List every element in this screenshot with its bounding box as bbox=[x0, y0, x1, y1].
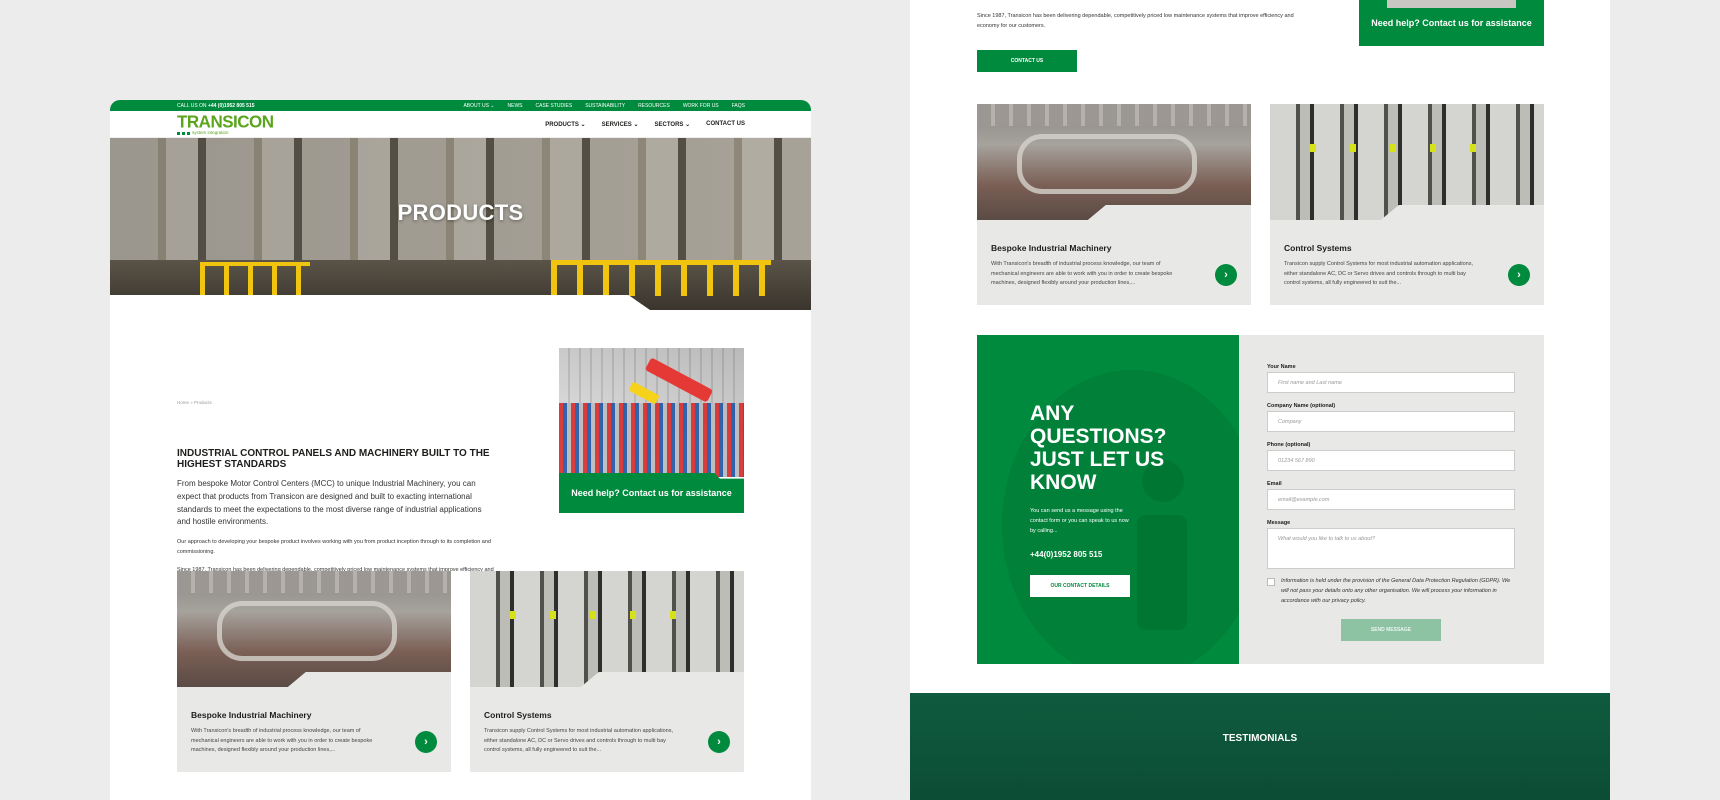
gdpr-consent: Information is held under the provision … bbox=[1267, 577, 1516, 607]
screwdriver-tip-image bbox=[628, 381, 660, 405]
chevron-right-icon[interactable]: › bbox=[1508, 264, 1530, 286]
help-card-image bbox=[559, 348, 744, 477]
nav-contact-us[interactable]: CONTACT US bbox=[706, 121, 745, 128]
product-card-text: Transicon supply Control Systems for mos… bbox=[1284, 261, 1474, 287]
send-message-button[interactable]: SEND MESSAGE bbox=[1341, 618, 1441, 641]
chevron-right-icon[interactable]: › bbox=[415, 731, 437, 753]
gdpr-checkbox[interactable] bbox=[1267, 578, 1275, 586]
product-card-text: With Transicon's breadth of industrial p… bbox=[191, 728, 373, 754]
phone-label: Phone (optional) bbox=[1267, 442, 1311, 448]
product-cards: Bespoke Industrial Machinery With Transi… bbox=[977, 104, 1544, 305]
page-mockup-left: CALL US ON +44 (0)1952 805 515 ABOUT US … bbox=[110, 100, 811, 800]
message-textarea[interactable]: What would you like to talk to us about? bbox=[1267, 528, 1515, 569]
hero-banner: PRODUCTS bbox=[110, 138, 811, 310]
call-us-text: CALL US ON +44 (0)1952 805 515 bbox=[177, 102, 255, 109]
phone-input[interactable]: 01234 567 890 bbox=[1267, 450, 1515, 471]
contact-us-button[interactable]: CONTACT US bbox=[977, 50, 1077, 72]
info-stem-icon bbox=[1137, 515, 1187, 630]
top-link-sustainability[interactable]: SUSTAINABILITY bbox=[585, 103, 625, 109]
product-card-image bbox=[977, 104, 1251, 220]
help-card-label[interactable]: Need help? Contact us for assistance bbox=[559, 473, 744, 513]
top-link-resources[interactable]: RESOURCES bbox=[638, 103, 670, 109]
product-card[interactable]: Bespoke Industrial Machinery With Transi… bbox=[977, 104, 1251, 305]
contact-section: ANY QUESTIONS? JUST LET US KNOW You can … bbox=[977, 335, 1544, 664]
product-card-text: With Transicon's breadth of industrial p… bbox=[991, 261, 1173, 287]
chevron-right-icon[interactable]: › bbox=[708, 731, 730, 753]
top-links: ABOUT US ⌄ NEWS CASE STUDIES SUSTAINABIL… bbox=[463, 103, 745, 109]
gdpr-text: Information is held under the provision … bbox=[1281, 578, 1511, 604]
intro-paragraph: Since 1987, Transicon has been deliverin… bbox=[977, 13, 1294, 29]
company-label: Company Name (optional) bbox=[1267, 403, 1336, 409]
help-card-label[interactable]: Need help? Contact us for assistance bbox=[1359, 0, 1544, 46]
product-card-image bbox=[1270, 104, 1544, 220]
contact-heading: ANY QUESTIONS? JUST LET US KNOW bbox=[1030, 402, 1167, 495]
hero-cut-shape bbox=[110, 295, 650, 310]
intro-heading: INDUSTRIAL CONTROL PANELS AND MACHINERY … bbox=[177, 448, 490, 470]
product-card[interactable]: Bespoke Industrial Machinery With Transi… bbox=[177, 571, 451, 772]
logo[interactable]: TRANSICON system integration bbox=[177, 111, 545, 136]
email-label: Email bbox=[1267, 481, 1282, 487]
product-card-title: Bespoke Industrial Machinery bbox=[991, 243, 1112, 253]
main-nav: TRANSICON system integration PRODUCTS ⌄ … bbox=[110, 111, 811, 138]
contact-form: Your Name First name and Last name Compa… bbox=[1239, 335, 1544, 664]
contact-phone[interactable]: +44(0)1952 805 515 bbox=[1030, 550, 1102, 559]
nav-services[interactable]: SERVICES ⌄ bbox=[602, 121, 639, 128]
message-field: Message What would you like to talk to u… bbox=[1267, 520, 1516, 569]
breadcrumb[interactable]: Home » Products bbox=[177, 400, 212, 405]
product-card[interactable]: Control Systems Transicon supply Control… bbox=[1270, 104, 1544, 305]
top-link-case-studies[interactable]: CASE STUDIES bbox=[536, 103, 573, 109]
message-label: Message bbox=[1267, 520, 1291, 526]
contact-info: You can send us a message using the cont… bbox=[1030, 508, 1129, 534]
hero-image-railing bbox=[551, 260, 771, 296]
product-card-title: Control Systems bbox=[484, 710, 552, 720]
phone-field: Phone (optional) 01234 567 890 bbox=[1267, 442, 1516, 471]
top-link-news[interactable]: NEWS bbox=[508, 103, 523, 109]
company-field: Company Name (optional) Company bbox=[1267, 403, 1516, 432]
intro-paragraph: Our approach to developing your bespoke … bbox=[177, 539, 491, 556]
wires-image bbox=[559, 403, 744, 477]
name-field: Your Name First name and Last name bbox=[1267, 364, 1516, 393]
product-card[interactable]: Control Systems Transicon supply Control… bbox=[470, 571, 744, 772]
logo-dot-icon bbox=[177, 131, 180, 135]
company-input[interactable]: Company bbox=[1267, 411, 1515, 432]
chevron-right-icon[interactable]: › bbox=[1215, 264, 1237, 286]
call-us-number[interactable]: +44 (0)1952 805 515 bbox=[208, 103, 255, 109]
name-label: Your Name bbox=[1267, 364, 1296, 370]
primary-nav: PRODUCTS ⌄ SERVICES ⌄ SECTORS ⌄ CONTACT … bbox=[545, 121, 745, 128]
email-field: Email email@example.com bbox=[1267, 481, 1516, 510]
product-card-image bbox=[470, 571, 744, 687]
product-card-title: Bespoke Industrial Machinery bbox=[191, 710, 312, 720]
testimonials-section: TESTIMONIALS bbox=[910, 693, 1610, 800]
testimonials-title: TESTIMONIALS bbox=[1222, 733, 1298, 744]
logo-dot-icon bbox=[182, 131, 185, 135]
email-input[interactable]: email@example.com bbox=[1267, 489, 1515, 510]
intro-lead: From bespoke Motor Control Centers (MCC)… bbox=[177, 479, 482, 527]
product-cards: Bespoke Industrial Machinery With Transi… bbox=[177, 571, 744, 772]
hero-title: PRODUCTS bbox=[397, 200, 524, 225]
help-card[interactable]: Need help? Contact us for assistance bbox=[559, 348, 744, 513]
nav-products[interactable]: PRODUCTS ⌄ bbox=[545, 121, 585, 128]
top-link-work-for-us[interactable]: WORK FOR US bbox=[683, 103, 719, 109]
product-card-title: Control Systems bbox=[1284, 243, 1352, 253]
top-link-faqs[interactable]: FAQS bbox=[732, 103, 745, 109]
contact-details-button[interactable]: OUR CONTACT DETAILS bbox=[1030, 575, 1130, 597]
product-card-image bbox=[177, 571, 451, 687]
logo-dot-icon bbox=[187, 131, 190, 135]
top-bar: CALL US ON +44 (0)1952 805 515 ABOUT US … bbox=[110, 100, 811, 111]
page-mockup-right: Since 1987, Transicon has been deliverin… bbox=[910, 0, 1610, 800]
top-link-about[interactable]: ABOUT US ⌄ bbox=[463, 103, 494, 109]
product-card-text: Transicon supply Control Systems for mos… bbox=[484, 728, 674, 754]
contact-panel: ANY QUESTIONS? JUST LET US KNOW You can … bbox=[977, 335, 1239, 664]
hero-image-railing bbox=[200, 262, 310, 296]
nav-sectors[interactable]: SECTORS ⌄ bbox=[655, 121, 691, 128]
logo-name: TRANSICON bbox=[177, 111, 274, 132]
name-input[interactable]: First name and Last name bbox=[1267, 372, 1515, 393]
